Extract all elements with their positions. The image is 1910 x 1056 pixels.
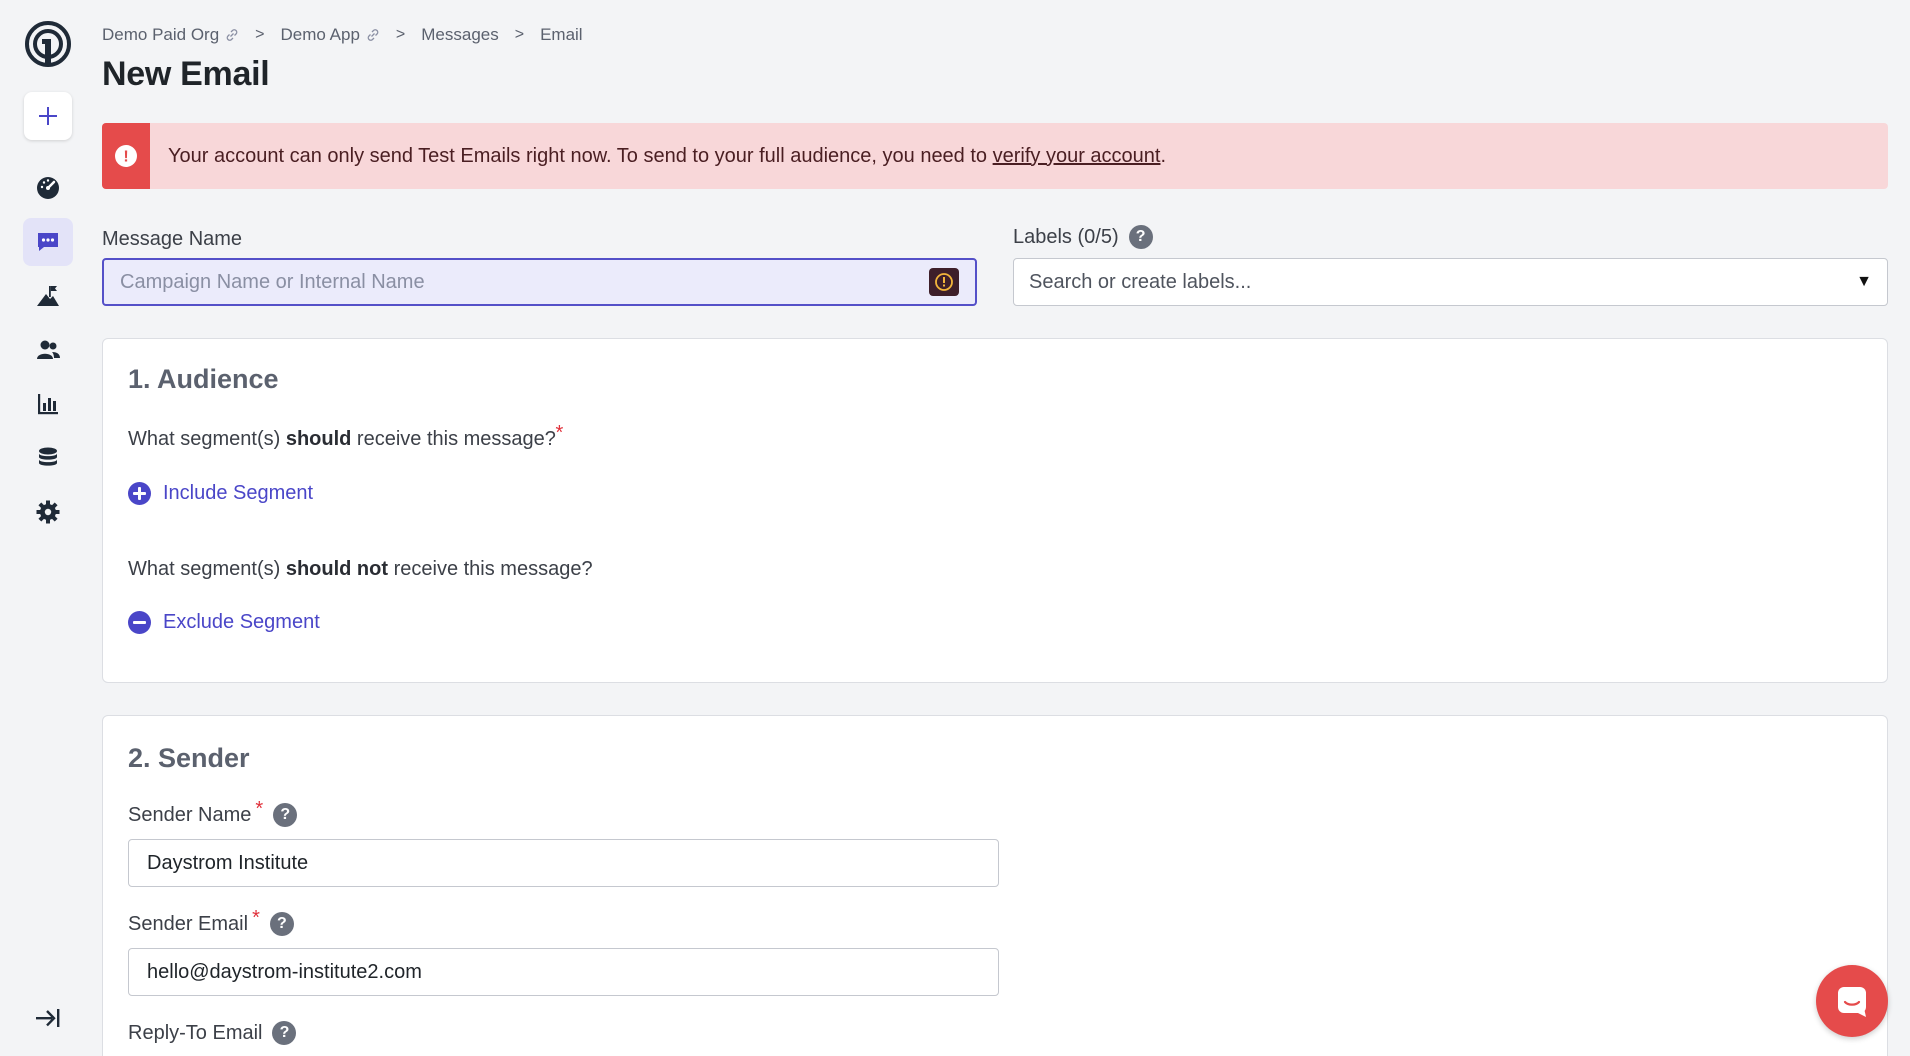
page-title: New Email [102, 55, 270, 93]
sender-email-field[interactable] [128, 948, 999, 996]
help-icon[interactable]: ? [269, 912, 294, 936]
link-icon [367, 29, 379, 41]
nav-settings[interactable] [23, 488, 73, 536]
breadcrumb-separator: > [255, 26, 265, 43]
minus-circle-icon [128, 611, 151, 634]
nav-analytics[interactable] [23, 380, 73, 428]
exclamation-icon: ! [115, 145, 137, 167]
sidebar [0, 0, 96, 1056]
password-manager-icon[interactable] [929, 268, 959, 296]
sender-email-input[interactable] [147, 960, 980, 984]
sender-card: 2. Sender Sender Name * ? Sender Email *… [102, 715, 1888, 1056]
help-icon[interactable]: ? [1128, 225, 1153, 249]
nav-data[interactable] [23, 434, 73, 482]
breadcrumb-org[interactable]: Demo Paid Org [102, 25, 239, 45]
plus-circle-icon [128, 482, 151, 505]
breadcrumb-messages[interactable]: Messages [421, 25, 498, 45]
audience-card: 1. Audience What segment(s) should recei… [102, 338, 1888, 683]
sender-name-input[interactable] [147, 851, 980, 875]
breadcrumb-email: Email [540, 25, 583, 44]
chevron-down-icon[interactable]: ▼ [1856, 273, 1872, 291]
sender-title: 2. Sender [128, 743, 250, 773]
create-new-button[interactable] [24, 92, 72, 140]
verification-alert: ! Your account can only send Test Emails… [102, 123, 1888, 189]
nav-dashboard[interactable] [23, 164, 73, 212]
app-logo-icon[interactable] [24, 20, 72, 68]
collapse-arrow-icon [36, 1009, 60, 1027]
nav-messages[interactable] [23, 218, 73, 266]
nav-journeys[interactable] [23, 272, 73, 320]
alert-icon-box: ! [102, 123, 150, 189]
message-name-input[interactable] [120, 270, 929, 294]
link-icon [226, 29, 238, 41]
svg-text:!: ! [123, 149, 128, 166]
sender-name-field[interactable] [128, 839, 999, 887]
nav-audience[interactable] [23, 326, 73, 374]
plus-icon [39, 107, 57, 125]
include-question: What segment(s) should receive this mess… [128, 422, 564, 450]
journeys-icon [37, 286, 59, 306]
analytics-icon [38, 394, 58, 415]
message-name-field[interactable] [102, 258, 977, 306]
breadcrumb-separator: > [514, 26, 525, 43]
required-marker: * [255, 797, 264, 820]
labels-label: Labels (0/5) ? [1013, 225, 1153, 249]
alert-message: Your account can only send Test Emails r… [168, 144, 1167, 167]
chat-icon [1838, 987, 1866, 1017]
gear-icon [36, 500, 60, 524]
help-icon[interactable]: ? [272, 1021, 297, 1045]
chat-launcher-button[interactable] [1816, 965, 1888, 1037]
dashboard-icon [37, 177, 59, 199]
exclude-question: What segment(s) should not receive this … [128, 558, 593, 580]
messages-icon [38, 233, 58, 251]
collapse-sidebar-button[interactable] [30, 1000, 66, 1036]
required-marker: * [252, 906, 260, 929]
database-icon [39, 447, 57, 466]
exclude-segment-button[interactable]: Exclude Segment [128, 611, 320, 634]
help-icon[interactable]: ? [273, 803, 298, 827]
labels-dropdown[interactable]: Search or create labels... ▼ [1013, 258, 1888, 306]
include-segment-button[interactable]: Include Segment [128, 482, 313, 505]
reply-to-label: Reply-To Email ? [128, 1021, 297, 1045]
audience-icon [37, 340, 60, 359]
breadcrumb-separator: > [395, 26, 406, 43]
audience-title: 1. Audience [128, 364, 279, 394]
message-name-label: Message Name [102, 228, 243, 250]
verify-account-link[interactable]: verify your account [993, 145, 1161, 167]
required-marker: * [555, 422, 564, 444]
sender-email-label: Sender Email * ? [128, 907, 294, 936]
breadcrumb: Demo Paid Org > Demo App > Messages > Em… [102, 25, 583, 45]
sender-name-label: Sender Name * ? [128, 798, 298, 827]
breadcrumb-app[interactable]: Demo App [281, 25, 380, 45]
labels-search-placeholder[interactable]: Search or create labels... [1029, 271, 1856, 294]
